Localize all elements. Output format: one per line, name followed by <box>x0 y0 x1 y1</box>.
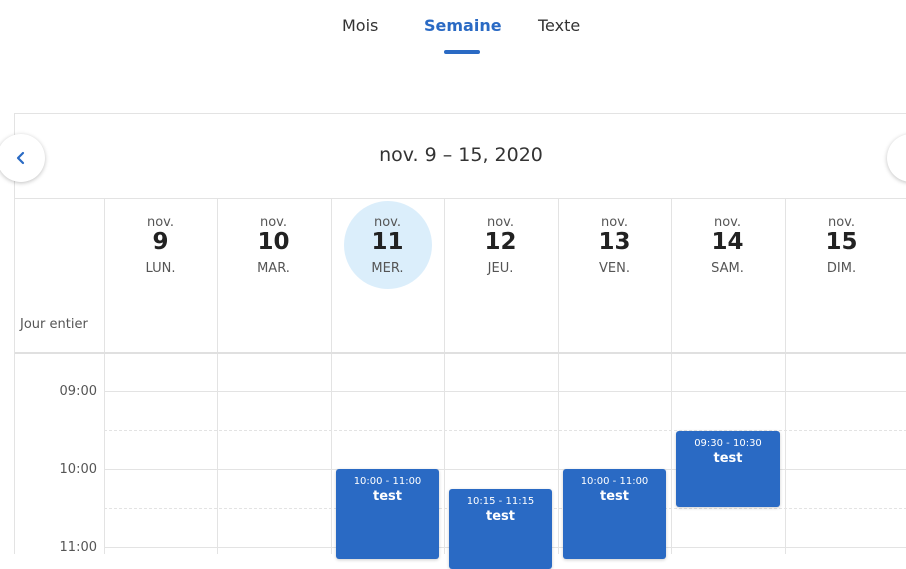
tab-month[interactable]: Mois <box>342 16 378 35</box>
day-month: nov. <box>713 215 741 230</box>
date-range-title: nov. 9 – 15, 2020 <box>379 144 543 166</box>
event-title: test <box>600 489 629 504</box>
day-month: nov. <box>600 215 628 230</box>
day-number: 12 <box>484 229 517 255</box>
hour-line <box>104 469 906 470</box>
day-header-wednesday[interactable]: nov. 11 MER. <box>331 199 444 352</box>
event-card[interactable]: 10:00 - 11:00 test <box>563 469 666 559</box>
day-number: 15 <box>825 229 858 255</box>
event-card[interactable]: 09:30 - 10:30 test <box>676 431 780 507</box>
day-weekday: VEN. <box>599 261 630 276</box>
day-month: nov. <box>373 215 401 230</box>
day-header-thursday[interactable]: nov. 12 JEU. <box>444 199 557 352</box>
day-header-sunday[interactable]: nov. 15 DIM. <box>785 199 898 352</box>
day-header-friday[interactable]: nov. 13 VEN. <box>558 199 671 352</box>
grid-column-line <box>217 354 218 554</box>
event-card[interactable]: 10:00 - 11:00 test <box>336 469 439 559</box>
day-month: nov. <box>827 215 855 230</box>
day-weekday: LUN. <box>145 261 176 276</box>
day-weekday: MER. <box>371 261 404 276</box>
half-hour-line <box>104 430 906 431</box>
view-tabs: Mois Semaine Texte <box>0 0 906 60</box>
hour-line <box>104 391 906 392</box>
day-weekday: DIM. <box>826 261 857 276</box>
grid-column-line <box>671 354 672 554</box>
event-time: 10:00 - 11:00 <box>580 476 649 487</box>
day-headers-row: Jour entier nov. 9 LUN. nov. 10 MAR. nov… <box>15 199 906 354</box>
grid-column-line <box>331 354 332 554</box>
event-card[interactable]: 10:15 - 11:15 test <box>449 489 552 569</box>
day-month: nov. <box>146 215 174 230</box>
event-title: test <box>713 451 743 466</box>
time-label: 09:00 <box>59 384 97 399</box>
day-header-saturday[interactable]: nov. 14 SAM. <box>671 199 784 352</box>
event-title: test <box>373 489 402 504</box>
calendar-header: nov. 9 – 15, 2020 <box>0 114 906 199</box>
day-weekday: SAM. <box>711 261 744 276</box>
time-label: 11:00 <box>59 540 97 555</box>
time-grid[interactable]: 09:00 10:00 11:00 10:00 - 11:00 test 10:… <box>15 354 906 569</box>
time-label: 10:00 <box>59 462 97 477</box>
next-week-button[interactable] <box>887 134 906 182</box>
grid-column-line <box>785 354 786 554</box>
grid-column-line <box>444 354 445 554</box>
grid-column-line <box>558 354 559 554</box>
day-number: 9 <box>152 229 169 255</box>
all-day-label: Jour entier <box>20 317 88 332</box>
event-time: 10:15 - 11:15 <box>466 496 535 507</box>
event-time: 10:00 - 11:00 <box>353 476 422 487</box>
day-number: 14 <box>711 229 744 255</box>
active-tab-indicator <box>444 50 480 54</box>
grid-column-line <box>104 354 105 554</box>
tab-text[interactable]: Texte <box>538 16 580 35</box>
event-time: 09:30 - 10:30 <box>694 438 762 449</box>
day-header-monday[interactable]: nov. 9 LUN. <box>104 199 217 352</box>
day-number: 11 <box>371 229 404 255</box>
tab-week[interactable]: Semaine <box>424 16 502 35</box>
day-number: 13 <box>598 229 631 255</box>
day-header-tuesday[interactable]: nov. 10 MAR. <box>217 199 330 352</box>
week-calendar: nov. 9 – 15, 2020 Jour entier nov. 9 LUN… <box>0 113 906 569</box>
event-title: test <box>486 509 515 524</box>
day-month: nov. <box>486 215 514 230</box>
day-number: 10 <box>257 229 290 255</box>
day-weekday: JEU. <box>487 261 514 276</box>
day-weekday: MAR. <box>257 261 290 276</box>
day-month: nov. <box>259 215 287 230</box>
